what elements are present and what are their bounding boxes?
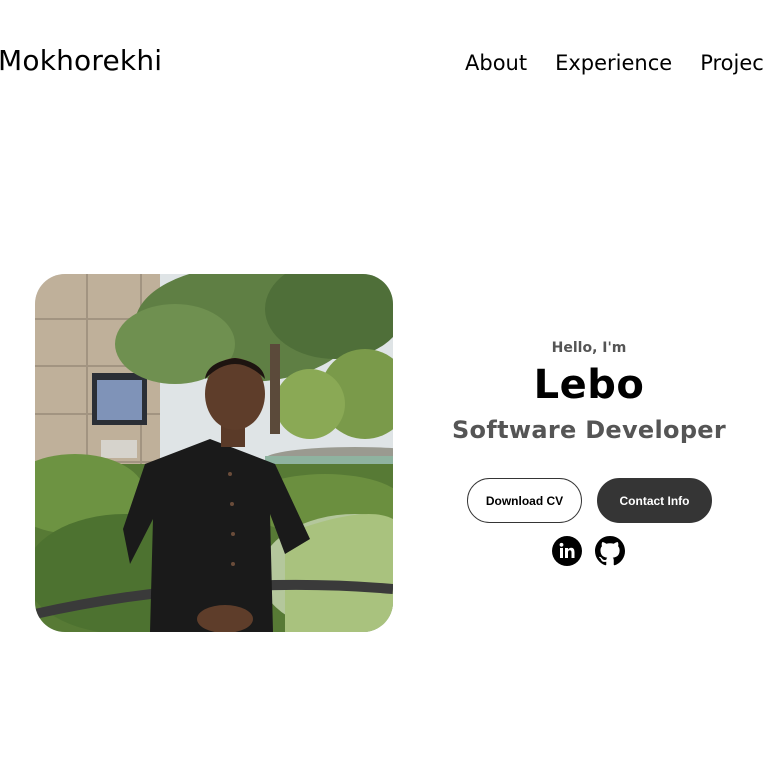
contact-info-button[interactable]: Contact Info [597, 478, 712, 523]
nav-projects[interactable]: Projec [700, 51, 764, 75]
nav-experience[interactable]: Experience [555, 51, 672, 75]
hero-title: Software Developer [451, 416, 727, 444]
social-links [552, 536, 625, 566]
github-icon[interactable] [595, 536, 625, 566]
hero-name: Lebo [533, 362, 645, 408]
nav-about[interactable]: About [465, 51, 527, 75]
hero-text: Hello, I'm Lebo Software Developer [440, 340, 738, 444]
greeting-text: Hello, I'm [551, 340, 627, 356]
site-logo[interactable]: Mokhorekhi [0, 44, 162, 77]
download-cv-button[interactable]: Download CV [467, 478, 582, 523]
linkedin-icon[interactable] [552, 536, 582, 566]
hero-buttons: Download CV Contact Info [467, 478, 712, 523]
profile-photo [35, 274, 393, 632]
main-nav: About Experience Projec [465, 51, 764, 75]
